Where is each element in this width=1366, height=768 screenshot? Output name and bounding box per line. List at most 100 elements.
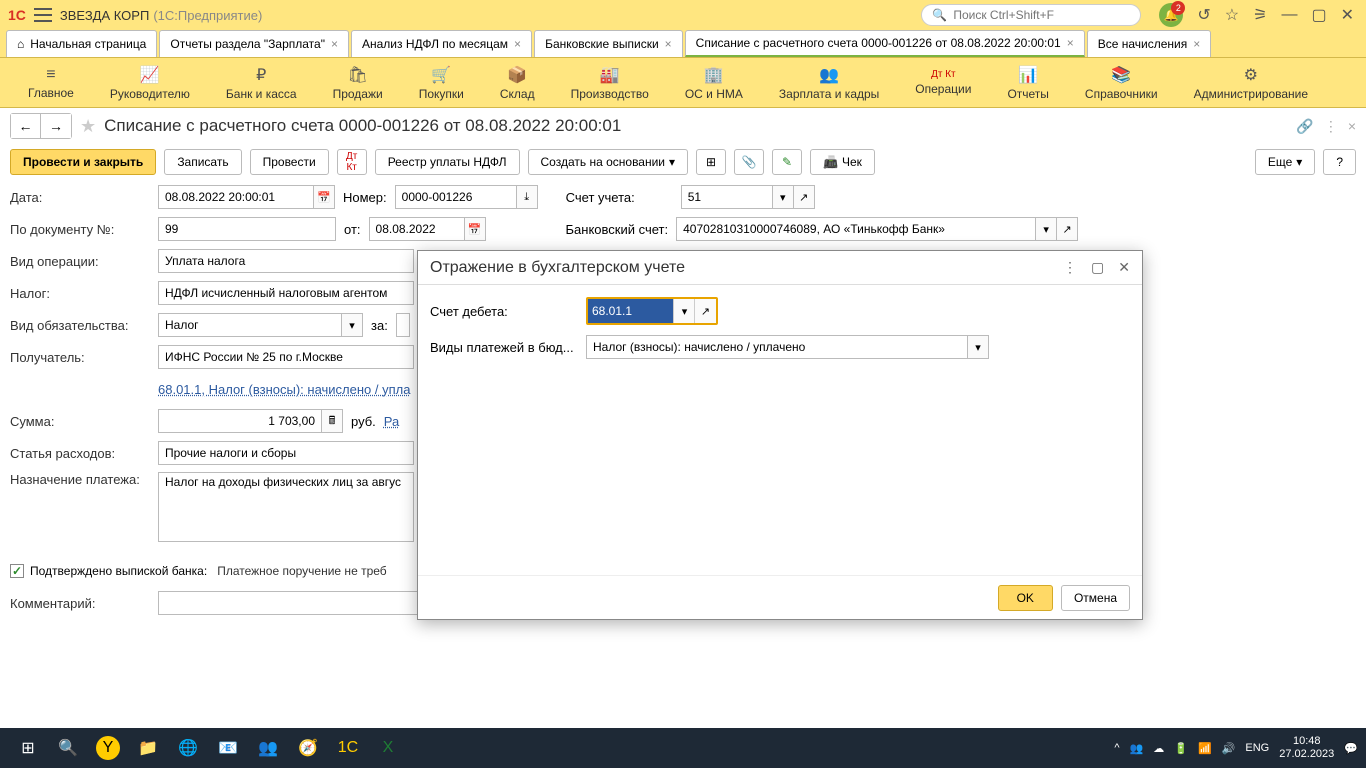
module-catalogs[interactable]: 📚Справочники — [1067, 65, 1176, 101]
tab-all-accruals[interactable]: Все начисления× — [1087, 30, 1212, 57]
tray-cloud-icon[interactable]: ☁ — [1153, 742, 1164, 755]
module-sales[interactable]: 🛍Продажи — [315, 65, 401, 101]
ok-button[interactable]: OK — [998, 585, 1053, 611]
tray-volume-icon[interactable]: 🔊 — [1222, 742, 1236, 755]
edit-button[interactable]: ✎ — [772, 149, 802, 175]
tab-ndfl-analysis[interactable]: Анализ НДФЛ по месяцам× — [351, 30, 532, 57]
docnum-input[interactable] — [158, 217, 336, 241]
module-operations[interactable]: Дт КтОперации — [897, 69, 989, 96]
close-icon[interactable]: × — [665, 37, 672, 51]
search-input[interactable] — [953, 8, 1130, 22]
chevron-down-icon[interactable]: ▾ — [673, 299, 695, 323]
confirmed-checkbox[interactable]: ✓ — [10, 564, 24, 578]
global-search[interactable]: 🔍 — [921, 4, 1141, 26]
module-assets[interactable]: 🏢ОС и НМА — [667, 65, 761, 101]
from-date-input[interactable] — [369, 217, 465, 241]
calendar-icon[interactable]: 📅 — [464, 217, 486, 241]
purpose-input[interactable]: Налог на доходы физических лиц за авгус — [158, 472, 414, 542]
number-action-icon[interactable]: ⤓ — [516, 185, 538, 209]
account-input[interactable] — [681, 185, 773, 209]
edge-icon[interactable]: 🧭 — [288, 728, 328, 768]
module-manager[interactable]: 📈Руководителю — [92, 65, 208, 101]
bank-input[interactable] — [676, 217, 1036, 241]
create-based-button[interactable]: Создать на основании ▾ — [528, 149, 689, 175]
maximize-icon[interactable]: ▢ — [1311, 5, 1326, 25]
module-main[interactable]: ≡Главное — [10, 66, 92, 100]
save-button[interactable]: Записать — [164, 149, 241, 175]
more-icon[interactable]: ⋮ — [1063, 259, 1077, 276]
module-warehouse[interactable]: 📦Склад — [482, 65, 553, 101]
expense-input[interactable] — [158, 441, 414, 465]
tray-lang[interactable]: ENG — [1245, 742, 1269, 754]
ndfl-registry-button[interactable]: Реестр уплаты НДФЛ — [375, 149, 520, 175]
favorite-icon[interactable]: ☆ — [1225, 5, 1239, 25]
help-button[interactable]: ? — [1323, 149, 1356, 175]
attach-button[interactable]: 📎 — [734, 149, 764, 175]
calculator-icon[interactable]: 🖩 — [321, 409, 343, 433]
search-taskbar-icon[interactable]: 🔍 — [48, 728, 88, 768]
module-payroll[interactable]: 👥Зарплата и кадры — [761, 65, 897, 101]
paytype-input[interactable] — [586, 335, 968, 359]
nav-forward[interactable]: → — [41, 114, 71, 138]
open-icon[interactable]: ↗ — [793, 185, 815, 209]
module-purchases[interactable]: 🛒Покупки — [401, 65, 482, 101]
split-link[interactable]: Ра — [384, 414, 399, 429]
nav-back[interactable]: ← — [11, 114, 41, 138]
more-button[interactable]: Еще ▾ — [1255, 149, 1315, 175]
debit-input[interactable] — [588, 299, 674, 323]
1c-taskbar-icon[interactable]: 1C — [328, 728, 368, 768]
tab-bank-statements[interactable]: Банковские выписки× — [534, 30, 683, 57]
open-icon[interactable]: ↗ — [1056, 217, 1078, 241]
yandex-icon[interactable]: Y — [96, 736, 120, 760]
excel-icon[interactable]: X — [368, 728, 408, 768]
history-icon[interactable]: ↺ — [1197, 5, 1210, 25]
tax-input[interactable] — [158, 281, 414, 305]
module-bank[interactable]: ₽Банк и касса — [208, 65, 315, 101]
teams-icon[interactable]: 👥 — [248, 728, 288, 768]
favorite-star-icon[interactable]: ★ — [80, 116, 96, 137]
tray-clock[interactable]: 10:48 27.02.2023 — [1279, 735, 1334, 761]
outlook-icon[interactable]: 📧 — [208, 728, 248, 768]
tray-teams-icon[interactable]: 👥 — [1130, 742, 1144, 755]
close-doc-icon[interactable]: × — [1348, 118, 1356, 135]
module-admin[interactable]: ⚙Администрирование — [1176, 65, 1326, 101]
tray-wifi-icon[interactable]: 📶 — [1198, 742, 1212, 755]
optype-input[interactable] — [158, 249, 414, 273]
tab-home[interactable]: ⌂ Начальная страница — [6, 30, 157, 57]
module-production[interactable]: 🏭Производство — [553, 65, 667, 101]
module-reports[interactable]: 📊Отчеты — [989, 65, 1066, 101]
post-close-button[interactable]: Провести и закрыть — [10, 149, 156, 175]
close-icon[interactable]: × — [331, 37, 338, 51]
chevron-down-icon[interactable]: ▾ — [1035, 217, 1057, 241]
explorer-icon[interactable]: 📁 — [128, 728, 168, 768]
recipient-input[interactable] — [158, 345, 414, 369]
chrome-icon[interactable]: 🌐 — [168, 728, 208, 768]
account-link[interactable]: 68.01.1, Налог (взносы): начислено / упл… — [158, 382, 410, 397]
close-icon[interactable]: ✕ — [1118, 259, 1130, 276]
struct-button[interactable]: ⊞ — [696, 149, 726, 175]
dtkt-button[interactable]: ДтКт — [337, 149, 367, 175]
for-input[interactable] — [396, 313, 410, 337]
tab-reports[interactable]: Отчеты раздела "Зарплата"× — [159, 30, 349, 57]
start-button[interactable]: ⊞ — [8, 728, 48, 768]
close-icon[interactable]: × — [1067, 36, 1074, 50]
more-icon[interactable]: ⋮ — [1324, 118, 1338, 135]
maximize-icon[interactable]: ▢ — [1091, 259, 1104, 276]
calendar-icon[interactable]: 📅 — [313, 185, 335, 209]
open-icon[interactable]: ↗ — [694, 299, 716, 323]
sum-input[interactable] — [158, 409, 322, 433]
check-button[interactable]: 📠 Чек — [810, 149, 875, 175]
close-icon[interactable]: × — [1193, 37, 1200, 51]
chevron-down-icon[interactable]: ▾ — [967, 335, 989, 359]
number-input[interactable] — [395, 185, 517, 209]
filter-icon[interactable]: ⚞ — [1253, 5, 1267, 25]
tray-chevron-icon[interactable]: ^ — [1114, 742, 1119, 754]
tray-battery-icon[interactable]: 🔋 — [1174, 742, 1188, 755]
cancel-button[interactable]: Отмена — [1061, 585, 1130, 611]
tab-writeoff[interactable]: Списание с расчетного счета 0000-001226 … — [685, 30, 1085, 57]
close-icon[interactable]: × — [514, 37, 521, 51]
close-icon[interactable]: ✕ — [1341, 5, 1354, 25]
chevron-down-icon[interactable]: ▾ — [341, 313, 363, 337]
menu-hamburger-icon[interactable] — [34, 8, 52, 22]
post-button[interactable]: Провести — [250, 149, 329, 175]
